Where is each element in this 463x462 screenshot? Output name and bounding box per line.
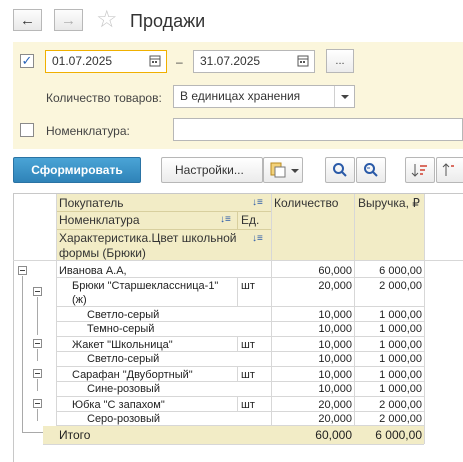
settings-label: Настройки... <box>175 163 244 177</box>
row-revenue: 1 000,00 <box>379 323 422 335</box>
row-unit: шт <box>241 369 255 381</box>
search-next-icon <box>364 163 378 177</box>
sort-filter-icon[interactable]: ↓≡ <box>252 197 263 209</box>
row-quantity: 20,000 <box>318 399 352 411</box>
sort-ascending-icon <box>411 164 427 177</box>
row-quantity: 20,000 <box>318 413 352 425</box>
characteristic-header: Характеристика.Цвет школьной формы (Брюк… <box>59 231 237 260</box>
sort-asc-button[interactable] <box>405 157 435 183</box>
period-checkbox[interactable]: ✓ <box>20 54 34 68</box>
table-row-characteristic: Светло-серый <box>87 353 160 365</box>
variants-button[interactable] <box>263 157 303 183</box>
collapse-toggle[interactable] <box>33 399 42 408</box>
row-revenue: 1 000,00 <box>379 369 422 381</box>
quantity-select[interactable]: В единицах хранения <box>173 85 355 108</box>
row-quantity: 60,000 <box>318 265 352 277</box>
quantity-header: Количество <box>274 196 339 210</box>
calendar-icon[interactable] <box>146 52 164 70</box>
search-button[interactable] <box>325 157 355 183</box>
sort-filter-icon[interactable]: ↓≡ <box>220 214 231 226</box>
collapse-toggle[interactable] <box>33 287 42 296</box>
nomenclature-header: Номенклатура <box>59 213 140 227</box>
nomenclature-field[interactable] <box>173 118 463 141</box>
period-select-button[interactable]: ... <box>326 49 354 73</box>
total-label: Итого <box>59 428 91 442</box>
quantity-select-value: В единицах хранения <box>180 89 301 103</box>
row-revenue: 2 000,00 <box>379 413 422 425</box>
row-revenue: 1 000,00 <box>379 383 422 395</box>
favorite-star-icon[interactable]: ☆ <box>96 6 118 34</box>
row-quantity: 20,000 <box>318 280 352 292</box>
row-revenue: 1 000,00 <box>379 339 422 351</box>
calendar-icon[interactable] <box>294 52 312 70</box>
row-unit: шт <box>241 399 255 411</box>
sort-desc-button[interactable] <box>436 157 463 183</box>
sort-descending-icon <box>442 163 454 176</box>
row-unit: шт <box>241 280 255 292</box>
table-row-item: Сарафан "Двубортный" <box>72 369 193 381</box>
buyer-header: Покупатель <box>59 196 124 210</box>
table-row-characteristic: Темно-серый <box>87 323 155 335</box>
forward-button[interactable]: → <box>54 9 83 31</box>
report-variants-icon <box>270 162 299 178</box>
table-row-buyer: Иванова А.А, <box>59 265 127 277</box>
row-revenue: 2 000,00 <box>379 399 422 411</box>
settings-button[interactable]: Настройки... <box>161 157 263 183</box>
generate-button[interactable]: Сформировать <box>13 157 141 183</box>
row-quantity: 10,000 <box>318 383 352 395</box>
table-row-characteristic: Серо-розовый <box>87 413 161 425</box>
row-unit: шт <box>241 339 255 351</box>
collapse-toggle[interactable] <box>33 369 42 378</box>
table-row-characteristic: Светло-серый <box>87 309 160 321</box>
date-range-dash: – <box>176 55 183 69</box>
collapse-toggle[interactable] <box>18 266 27 275</box>
quantity-label: Количество товаров: <box>46 91 162 105</box>
row-revenue: 1 000,00 <box>379 353 422 365</box>
row-revenue: 6 000,00 <box>379 265 422 277</box>
revenue-header: Выручка, ₽ <box>358 196 420 210</box>
find-next-button[interactable] <box>356 157 386 183</box>
table-row-item: Брюки "Старшеклассница-1" (ж) <box>72 280 219 306</box>
total-quantity: 60,000 <box>315 428 352 442</box>
unit-header: Ед. <box>241 213 260 227</box>
row-quantity: 10,000 <box>318 309 352 321</box>
search-icon <box>333 163 347 177</box>
collapse-toggle[interactable] <box>33 339 42 348</box>
nomenclature-label: Номенклатура: <box>46 124 130 138</box>
row-revenue: 1 000,00 <box>379 309 422 321</box>
table-row-item: Юбка "С запахом" <box>72 399 165 411</box>
total-revenue: 6 000,00 <box>375 428 422 442</box>
row-quantity: 10,000 <box>318 369 352 381</box>
row-quantity: 10,000 <box>318 323 352 335</box>
chevron-down-icon[interactable] <box>334 86 354 107</box>
row-quantity: 10,000 <box>318 353 352 365</box>
sort-filter-icon[interactable]: ↓≡ <box>252 233 263 245</box>
row-revenue: 2 000,00 <box>379 280 422 292</box>
back-button[interactable]: ← <box>13 9 42 31</box>
date-from-value: 01.07.2025 <box>52 54 113 68</box>
table-row-item: Жакет "Школьница" <box>72 339 173 351</box>
table-row-characteristic: Сине-розовый <box>87 383 160 395</box>
nomenclature-checkbox[interactable] <box>20 123 34 137</box>
row-quantity: 10,000 <box>318 339 352 351</box>
page-title: Продажи <box>130 11 206 31</box>
date-to-value: 31.07.2025 <box>200 54 261 68</box>
